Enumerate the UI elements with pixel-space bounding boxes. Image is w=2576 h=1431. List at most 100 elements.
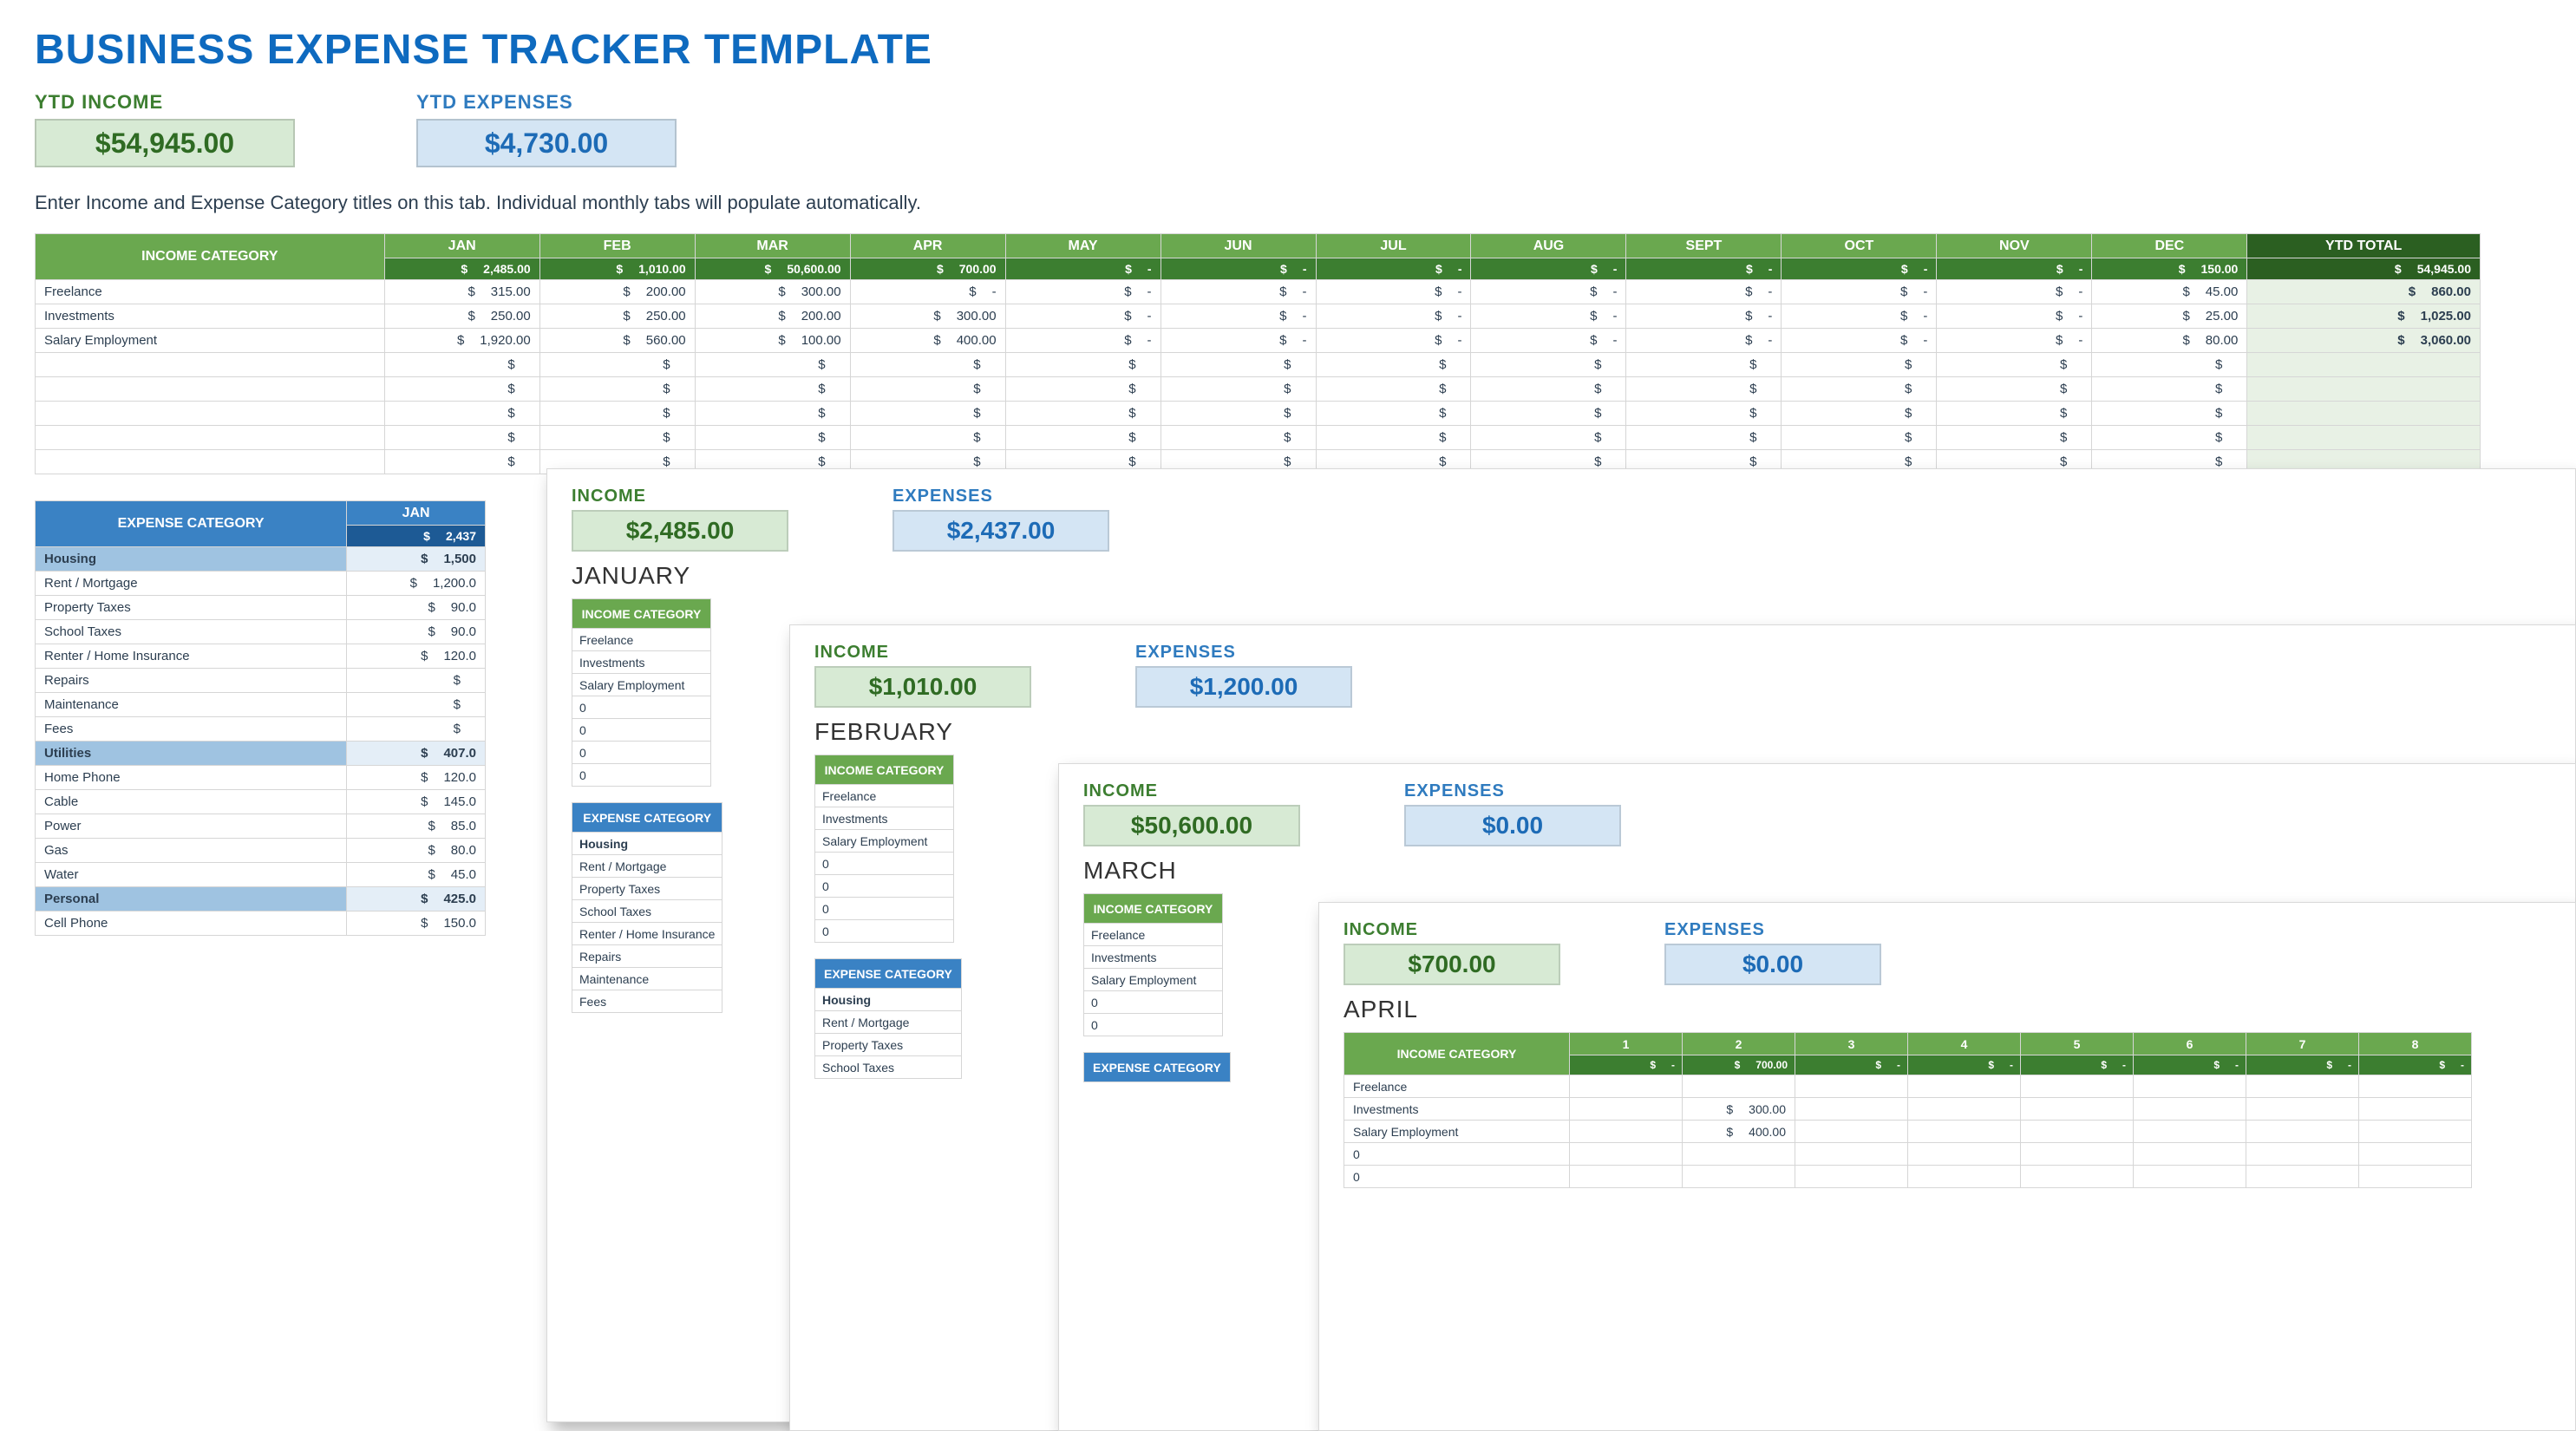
- income-cell[interactable]: 45.00: [2092, 280, 2247, 304]
- income-cell[interactable]: -: [1161, 280, 1316, 304]
- income-cell[interactable]: 300.00: [695, 280, 850, 304]
- income-cell[interactable]: -: [1937, 280, 2092, 304]
- income-cell[interactable]: 200.00: [539, 280, 695, 304]
- mini-row[interactable]: Investments: [1084, 946, 1223, 969]
- expense-item-row[interactable]: Power85.0: [36, 814, 486, 839]
- mini-header: INCOME CATEGORY: [1084, 894, 1223, 924]
- income-row-empty[interactable]: [36, 377, 2481, 402]
- income-cell[interactable]: 1,920.00: [384, 329, 539, 353]
- april-row[interactable]: 0: [1344, 1143, 2472, 1166]
- month-total: -: [1937, 258, 2092, 280]
- income-cell[interactable]: -: [1471, 329, 1626, 353]
- mini-row[interactable]: Repairs: [572, 945, 722, 968]
- expense-item-row[interactable]: Cell Phone150.0: [36, 912, 486, 936]
- expense-item-row[interactable]: School Taxes90.0: [36, 620, 486, 644]
- april-day-header: 3: [1795, 1033, 1908, 1055]
- expense-item-row[interactable]: Water45.0: [36, 863, 486, 887]
- income-row[interactable]: Investments250.00250.00200.00300.00-----…: [36, 304, 2481, 329]
- expense-item-row[interactable]: Home Phone120.0: [36, 766, 486, 790]
- income-cell[interactable]: -: [850, 280, 1005, 304]
- mini-row[interactable]: Investments: [572, 651, 711, 674]
- april-row[interactable]: Investments300.00: [1344, 1098, 2472, 1121]
- income-cell[interactable]: -: [1471, 304, 1626, 329]
- expense-group-row[interactable]: Personal425.0: [36, 887, 486, 912]
- mini-row[interactable]: Freelance: [815, 785, 954, 807]
- mini-row[interactable]: Renter / Home Insurance: [572, 923, 722, 945]
- mini-row[interactable]: 0: [815, 875, 954, 898]
- card-april[interactable]: INCOME$700.00EXPENSES$0.00APRILINCOME CA…: [1318, 902, 2576, 1431]
- income-cell[interactable]: 250.00: [384, 304, 539, 329]
- income-cell[interactable]: -: [1161, 304, 1316, 329]
- mini-row[interactable]: School Taxes: [572, 900, 722, 923]
- expense-item-row[interactable]: Property Taxes90.0: [36, 596, 486, 620]
- income-cell[interactable]: -: [1005, 329, 1161, 353]
- mini-row[interactable]: Freelance: [1084, 924, 1223, 946]
- income-cell[interactable]: -: [1626, 329, 1782, 353]
- expense-group-row[interactable]: Utilities407.0: [36, 742, 486, 766]
- mini-row[interactable]: Rent / Mortgage: [572, 855, 722, 878]
- expense-item-row[interactable]: Rent / Mortgage1,200.0: [36, 572, 486, 596]
- mini-row[interactable]: 0: [572, 719, 711, 742]
- april-row[interactable]: Salary Employment400.00: [1344, 1121, 2472, 1143]
- mini-row[interactable]: Freelance: [572, 629, 711, 651]
- income-cell[interactable]: -: [1782, 280, 1937, 304]
- mini-row[interactable]: Maintenance: [572, 968, 722, 990]
- mini-row[interactable]: Rent / Mortgage: [815, 1011, 962, 1034]
- income-cell[interactable]: -: [1005, 304, 1161, 329]
- income-cell[interactable]: 250.00: [539, 304, 695, 329]
- expense-item-row[interactable]: Maintenance: [36, 693, 486, 717]
- income-cell[interactable]: -: [1471, 280, 1626, 304]
- mini-row[interactable]: Fees: [572, 990, 722, 1013]
- mini-row[interactable]: Investments: [815, 807, 954, 830]
- mini-row[interactable]: Property Taxes: [815, 1034, 962, 1056]
- income-cell[interactable]: 315.00: [384, 280, 539, 304]
- card-kpi-expense-label: EXPENSES: [1135, 643, 1352, 663]
- income-cell[interactable]: 200.00: [695, 304, 850, 329]
- income-cell[interactable]: 100.00: [695, 329, 850, 353]
- income-cell[interactable]: -: [1316, 280, 1471, 304]
- expense-item-row[interactable]: Repairs: [36, 669, 486, 693]
- april-row[interactable]: 0: [1344, 1166, 2472, 1188]
- mini-row[interactable]: Salary Employment: [815, 830, 954, 853]
- expense-group-row[interactable]: Housing1,500: [36, 547, 486, 572]
- mini-row[interactable]: Salary Employment: [572, 674, 711, 696]
- expense-item-row[interactable]: Cable145.0: [36, 790, 486, 814]
- mini-row[interactable]: 0: [1084, 991, 1223, 1014]
- mini-row[interactable]: Property Taxes: [572, 878, 722, 900]
- mini-row[interactable]: 0: [572, 696, 711, 719]
- income-cell[interactable]: -: [1782, 329, 1937, 353]
- mini-row[interactable]: 0: [1084, 1014, 1223, 1036]
- income-row-empty[interactable]: [36, 353, 2481, 377]
- mini-row[interactable]: School Taxes: [815, 1056, 962, 1079]
- card-kpi-expense-label: EXPENSES: [1404, 781, 1621, 801]
- income-cell[interactable]: -: [1937, 329, 2092, 353]
- income-row-empty[interactable]: [36, 426, 2481, 450]
- expense-item-row[interactable]: Renter / Home Insurance120.0: [36, 644, 486, 669]
- mini-row[interactable]: 0: [572, 764, 711, 787]
- income-cell[interactable]: -: [1782, 304, 1937, 329]
- income-cell[interactable]: -: [1316, 329, 1471, 353]
- mini-row[interactable]: 0: [815, 853, 954, 875]
- income-cell[interactable]: 400.00: [850, 329, 1005, 353]
- income-cell[interactable]: 300.00: [850, 304, 1005, 329]
- mini-row[interactable]: 0: [815, 898, 954, 920]
- income-cell[interactable]: -: [1626, 304, 1782, 329]
- mini-row[interactable]: 0: [572, 742, 711, 764]
- income-row-empty[interactable]: [36, 402, 2481, 426]
- income-cell[interactable]: 560.00: [539, 329, 695, 353]
- income-row[interactable]: Freelance315.00200.00300.00--------45.00…: [36, 280, 2481, 304]
- income-cell[interactable]: -: [1005, 280, 1161, 304]
- income-cell[interactable]: -: [1626, 280, 1782, 304]
- april-row[interactable]: Freelance: [1344, 1075, 2472, 1098]
- income-cell[interactable]: -: [1316, 304, 1471, 329]
- income-cell[interactable]: 80.00: [2092, 329, 2247, 353]
- card-kpi-expense-label: EXPENSES: [1664, 920, 1881, 940]
- mini-row[interactable]: Salary Employment: [1084, 969, 1223, 991]
- expense-item-row[interactable]: Fees: [36, 717, 486, 742]
- income-cell[interactable]: -: [1937, 304, 2092, 329]
- income-cell[interactable]: 25.00: [2092, 304, 2247, 329]
- income-row[interactable]: Salary Employment1,920.00560.00100.00400…: [36, 329, 2481, 353]
- expense-item-row[interactable]: Gas80.0: [36, 839, 486, 863]
- income-cell[interactable]: -: [1161, 329, 1316, 353]
- mini-row[interactable]: 0: [815, 920, 954, 943]
